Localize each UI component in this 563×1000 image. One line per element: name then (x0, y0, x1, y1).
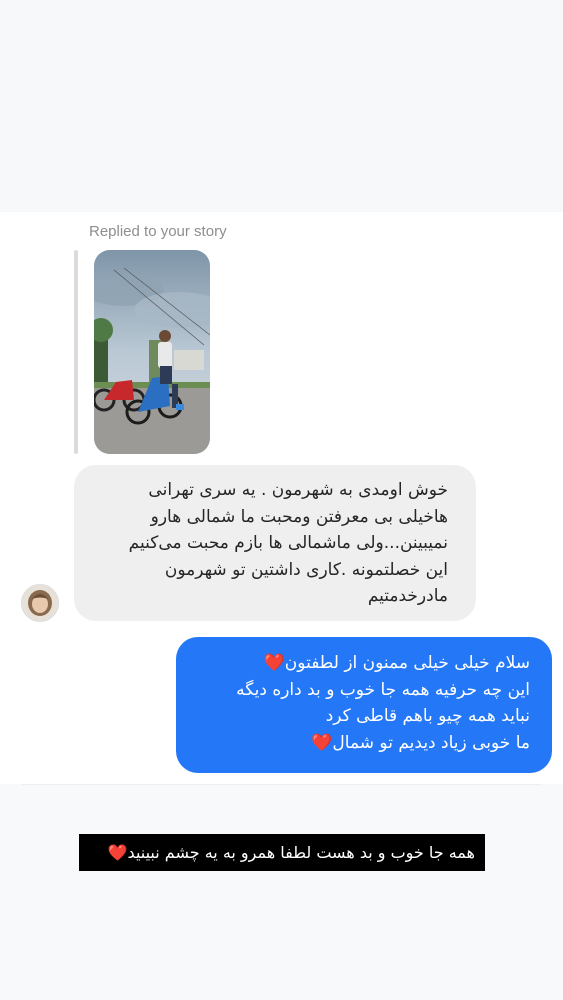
message-line: نباید همه چیو باهم قاطی کرد (325, 706, 530, 726)
story-background-top (0, 0, 563, 212)
reply-indicator-bar (74, 250, 78, 454)
heart-emoji-icon: ❤️ (311, 732, 333, 753)
divider (22, 784, 541, 785)
message-line: سلام خیلی خیلی ممنون از لطفتون❤️ (263, 653, 530, 673)
message-line: مادرخدمتیم (367, 586, 448, 606)
caption-text: همه جا خوب و بد هست لطفا همرو به یه چشم … (127, 843, 475, 862)
story-thumbnail[interactable] (94, 250, 210, 454)
incoming-message-bubble[interactable]: خوش اومدی به شهرمون . یه سری تهرانی هاخی… (74, 465, 476, 621)
story-photo-motorbikes (94, 250, 210, 454)
message-line: هاخیلی بی معرفتن ومحبت ما شمالی هارو (150, 506, 448, 527)
message-line: خوش اومدی به شهرمون . یه سری تهرانی (148, 480, 448, 500)
message-line: نمیبینن...ولی ماشمالی ها بازم محبت می‌کن… (128, 533, 448, 553)
heart-emoji-icon: ❤️ (107, 843, 128, 862)
message-line: ما خوبی زیاد دیدیم تو شمال❤️ (311, 732, 530, 753)
sender-avatar[interactable] (21, 584, 59, 622)
story-background-bottom (0, 784, 563, 1000)
message-line: این چه حرفیه همه جا خوب و بد داره دیگه (236, 679, 530, 700)
story-caption: همه جا خوب و بد هست لطفا همرو به یه چشم … (79, 834, 485, 871)
heart-emoji-icon: ❤️ (263, 653, 285, 673)
outgoing-message-bubble[interactable]: سلام خیلی خیلی ممنون از لطفتون❤️ این چه … (176, 637, 552, 773)
message-line: این خصلتمونه .کاری داشتین تو شهرمون (164, 559, 448, 580)
replied-to-story-label: Replied to your story (89, 223, 227, 240)
